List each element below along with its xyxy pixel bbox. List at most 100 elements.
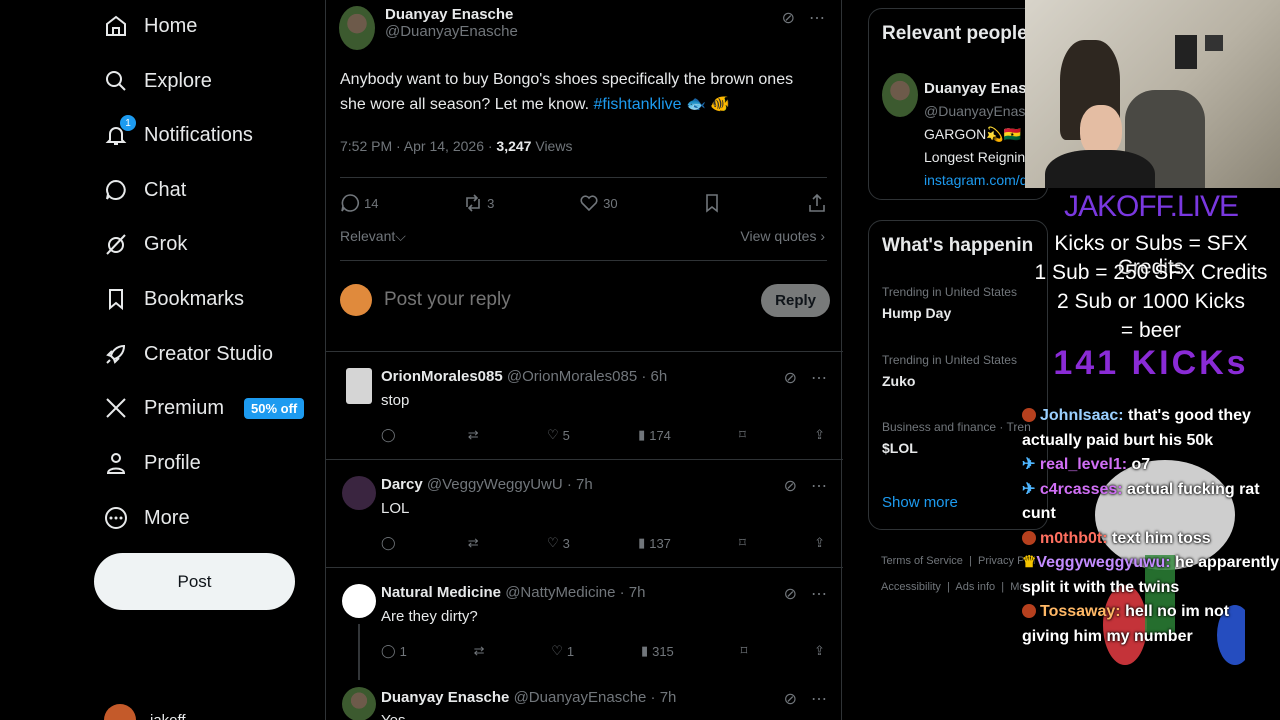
view-quotes-link[interactable]: View quotes ›: [740, 228, 825, 244]
avatar[interactable]: [342, 584, 376, 618]
reply-button[interactable]: ◯: [381, 535, 400, 551]
overlay-line: 1 Sub = 250 SFX Credits: [1034, 261, 1268, 284]
author-handle[interactable]: @NattyMedicine · 7h: [505, 584, 645, 601]
nav-grok[interactable]: Grok: [104, 224, 187, 264]
reply-item[interactable]: OrionMorales085 @OrionMorales085 · 6h ⊘ …: [326, 351, 843, 459]
account-switcher[interactable]: jakoff: [104, 704, 186, 720]
avatar[interactable]: [882, 73, 918, 117]
reply-actions: ◯ 1 ⇄ ♡ 1 ▮ 315 ⌑ ⇪: [381, 643, 825, 659]
repost-icon: [466, 194, 480, 212]
avatar: [340, 284, 372, 316]
author-handle[interactable]: @DuanyayEnasche: [385, 23, 518, 40]
author-handle[interactable]: @VeggyWeggyUwU · 7h: [427, 476, 593, 493]
reply-item[interactable]: Darcy @VeggyWeggyUwU · 7h ⊘ ⋯ LOL ◯ ⇄ ♡ 3…: [326, 459, 843, 567]
webcam-feed: [1025, 0, 1280, 188]
nav-label: Creator Studio: [144, 342, 273, 365]
reply-item[interactable]: Duanyay Enasche @DuanyayEnasche · 7h ⊘ ⋯…: [326, 675, 843, 720]
divider: [340, 177, 827, 178]
reply-icon: ◯: [381, 643, 396, 658]
repost-button[interactable]: 3: [463, 193, 494, 213]
nav-profile[interactable]: Profile: [104, 443, 201, 483]
reply-submit-button[interactable]: Reply: [761, 283, 830, 317]
footer-links[interactable]: Accessibility | Ads info | Mo: [881, 581, 1026, 593]
share-button[interactable]: ⇪: [814, 643, 825, 659]
grok-icon[interactable]: ⊘: [784, 689, 797, 709]
trend-item[interactable]: Trending in United States Zuko: [882, 353, 1017, 389]
more-options-icon[interactable]: ⋯: [811, 476, 827, 496]
premium-discount-badge: 50% off: [244, 397, 305, 419]
reply-button[interactable]: ◯: [381, 427, 400, 443]
nav-chat[interactable]: Chat: [104, 170, 186, 210]
grok-icon[interactable]: ⊘: [784, 584, 797, 604]
bookmark-button[interactable]: [702, 193, 722, 213]
repost-button[interactable]: ⇄: [468, 535, 479, 551]
chat-message: m0thb0t: text him toss: [1022, 527, 1280, 552]
hashtag-link[interactable]: #fishtanklive: [593, 96, 681, 113]
reply-sort-dropdown[interactable]: Relevant⌵: [340, 228, 406, 245]
author-name[interactable]: Darcy: [381, 476, 423, 493]
show-more-link[interactable]: Show more: [882, 494, 958, 511]
more-options-icon[interactable]: ⋯: [809, 8, 825, 28]
more-options-icon[interactable]: ⋯: [811, 368, 827, 388]
bookmark-button[interactable]: ⌑: [739, 427, 746, 443]
like-button[interactable]: ♡ 3: [547, 535, 570, 551]
tweet-header: Duanyay Enasche @DuanyayEnasche: [339, 6, 518, 50]
share-button[interactable]: ⇪: [814, 427, 825, 443]
author-name[interactable]: Duanyay Enasche: [385, 6, 518, 23]
nav-explore[interactable]: Explore: [104, 61, 212, 101]
trend-item[interactable]: Business and finance · Tren $LOL: [882, 420, 1031, 456]
nav-creator-studio[interactable]: Creator Studio: [104, 334, 273, 374]
share-button[interactable]: [807, 193, 827, 213]
nav-notifications[interactable]: 1 Notifications: [104, 115, 253, 155]
author-handle[interactable]: @OrionMorales085 · 6h: [507, 368, 667, 385]
repost-button[interactable]: ⇄: [474, 643, 485, 659]
post-button[interactable]: Post: [94, 553, 295, 610]
avatar[interactable]: [342, 476, 376, 510]
views-button[interactable]: ▮ 315: [641, 643, 674, 659]
nav-home[interactable]: Home: [104, 6, 197, 46]
reply-count: 14: [364, 195, 379, 211]
grok-icon[interactable]: ⊘: [782, 8, 795, 28]
tweet-timestamp[interactable]: 7:52 PM · Apr 14, 2026 ·: [340, 138, 496, 154]
nav-more[interactable]: More: [104, 498, 190, 538]
author-name[interactable]: Duanyay Enasche: [381, 689, 509, 706]
views-button[interactable]: ▮ 174: [638, 427, 671, 443]
reply-button[interactable]: 14: [340, 193, 378, 213]
chat-text: o7: [1127, 456, 1151, 473]
reply-input[interactable]: [384, 289, 750, 311]
footer-links[interactable]: Terms of Service | Privacy Poli: [881, 555, 1035, 567]
rocket-icon: [104, 342, 128, 366]
whats-happening-title: What's happenin: [882, 235, 1034, 256]
like-button[interactable]: 30: [579, 193, 618, 213]
trend-item[interactable]: Trending in United States Hump Day: [882, 285, 1017, 321]
grok-icon[interactable]: ⊘: [784, 476, 797, 496]
reply-item[interactable]: Natural Medicine @NattyMedicine · 7h ⊘ ⋯…: [326, 567, 843, 680]
reply-icon: ◯: [381, 427, 396, 442]
nav-bookmarks[interactable]: Bookmarks: [104, 279, 244, 319]
author-name[interactable]: Natural Medicine: [381, 584, 501, 601]
bookmark-button[interactable]: ⌑: [741, 643, 748, 659]
avatar[interactable]: [339, 6, 375, 50]
like-button[interactable]: ♡ 5: [547, 427, 570, 443]
more-options-icon[interactable]: ⋯: [811, 689, 827, 709]
author-handle[interactable]: @DuanyayEnasche · 7h: [514, 689, 677, 706]
bookmark-button[interactable]: ⌑: [739, 535, 746, 551]
like-button[interactable]: ♡ 1: [551, 643, 574, 659]
like-count: 30: [603, 195, 618, 211]
views-button[interactable]: ▮ 137: [638, 535, 671, 551]
trend-name: Zuko: [882, 373, 916, 389]
author-name[interactable]: OrionMorales085: [381, 368, 503, 385]
chat-message: ✈ c4rcasses: actual fucking rat cunt: [1022, 478, 1280, 527]
more-options-icon[interactable]: ⋯: [811, 584, 827, 604]
repost-button[interactable]: ⇄: [468, 427, 479, 443]
avatar[interactable]: [342, 687, 376, 720]
trend-category: Trending in United States: [882, 353, 1017, 367]
more-icon: [104, 506, 128, 530]
nav-label: Chat: [144, 178, 187, 201]
grok-icon[interactable]: ⊘: [784, 368, 797, 388]
nav-premium[interactable]: Premium 50% off: [104, 388, 305, 428]
share-button[interactable]: ⇪: [814, 535, 825, 551]
avatar[interactable]: [346, 368, 372, 404]
reply-button[interactable]: ◯ 1: [381, 643, 407, 659]
reply-count: 1: [399, 643, 407, 659]
